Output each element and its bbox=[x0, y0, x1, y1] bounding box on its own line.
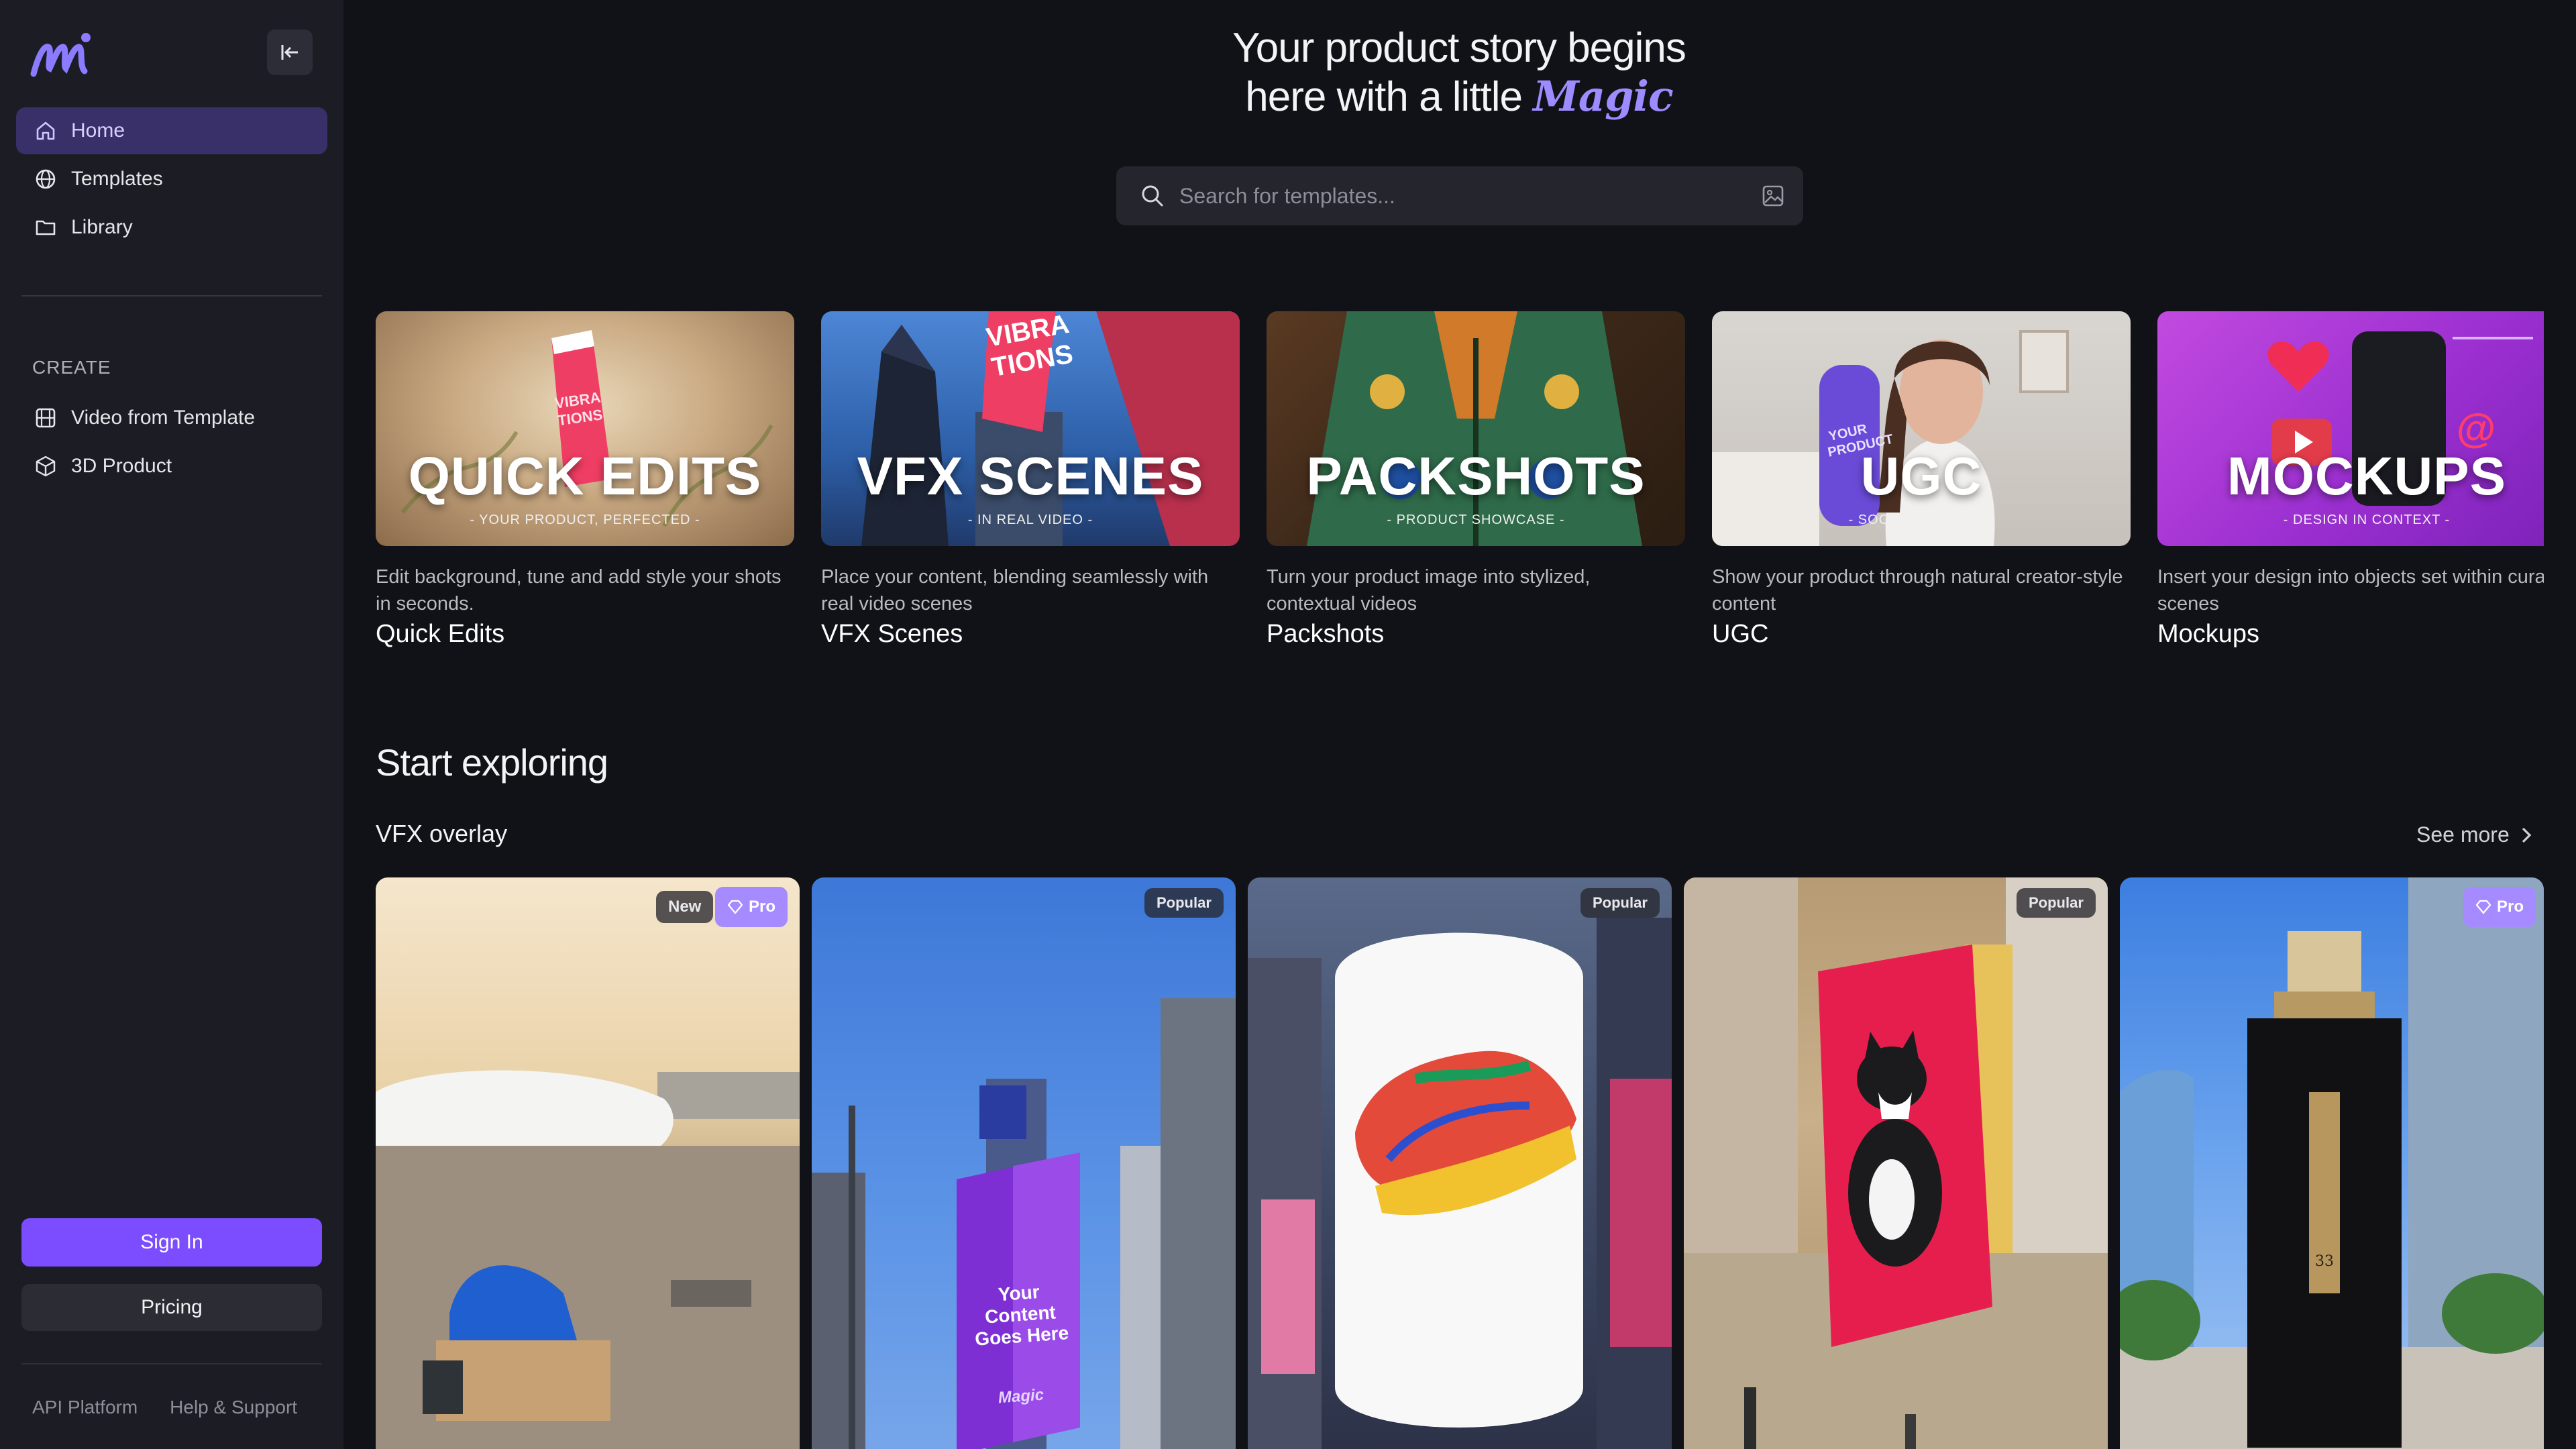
category-card-vfx-scenes[interactable]: VIBRA TIONS VFX SCENES - IN REAL VIDEO -… bbox=[821, 311, 1240, 649]
diamond-icon bbox=[727, 900, 743, 914]
category-tag-ugc: - SOCIAL CONTENT - bbox=[1848, 513, 1994, 527]
home-icon bbox=[34, 119, 58, 143]
nav-item-templates[interactable]: Templates bbox=[16, 156, 327, 203]
bottle-number: 33 bbox=[2315, 1253, 2334, 1270]
chevron-right-icon bbox=[2522, 827, 2531, 843]
nav-item-library[interactable]: Library bbox=[16, 204, 327, 251]
nav-label-home: Home bbox=[71, 119, 125, 142]
vfx-card-1[interactable]: New Pro bbox=[376, 877, 800, 1449]
badge-pro-label: Pro bbox=[749, 898, 776, 916]
category-title-vfx-scenes: VFX SCENES bbox=[857, 446, 1204, 506]
hero-line-2-text: here with a little bbox=[1245, 74, 1523, 120]
nav-label-video-from-template: Video from Template bbox=[71, 407, 256, 429]
badge-pro: Pro bbox=[715, 887, 788, 927]
category-card-quick-edits[interactable]: VIBRA TIONS QUICK EDITS - YOUR PRODUCT, … bbox=[376, 311, 794, 649]
category-name-mockups: Mockups bbox=[2157, 620, 2260, 648]
diamond-icon bbox=[2475, 900, 2491, 914]
nav-item-video-from-template[interactable]: Video from Template bbox=[16, 394, 327, 441]
folder-icon bbox=[34, 215, 58, 239]
category-image-mockups: @ MOCKUPS - DESIGN IN CONTEXT - bbox=[2157, 311, 2544, 546]
category-image-ugc: YOUR PRODUCT UGC - SOCIAL CONTENT - bbox=[1712, 311, 2131, 546]
category-name-ugc: UGC bbox=[1712, 620, 1769, 648]
hero-line-2: here with a little Magic bbox=[1100, 72, 1818, 121]
collapse-icon bbox=[281, 45, 298, 60]
category-image-vfx-scenes: VIBRA TIONS VFX SCENES - IN REAL VIDEO - bbox=[821, 311, 1240, 546]
help-support-link[interactable]: Help & Support bbox=[170, 1397, 297, 1418]
badge-pro: Pro bbox=[2463, 887, 2536, 927]
nav-label-library: Library bbox=[71, 216, 133, 238]
cube-icon bbox=[34, 454, 58, 478]
badge-popular: Popular bbox=[2017, 888, 2096, 918]
category-card-mockups[interactable]: @ MOCKUPS - DESIGN IN CONTEXT - Insert y… bbox=[2157, 311, 2544, 649]
create-section-label: CREATE bbox=[32, 357, 111, 378]
search-bar[interactable] bbox=[1116, 166, 1803, 225]
at-symbol: @ bbox=[2456, 406, 2496, 451]
see-more-label: See more bbox=[2416, 822, 2510, 847]
category-desc-vfx-scenes: Place your content, blending seamlessly … bbox=[821, 566, 1209, 614]
collapse-sidebar-button[interactable] bbox=[267, 30, 313, 75]
sign-in-button[interactable]: Sign In bbox=[21, 1218, 322, 1267]
vfx-card-2[interactable]: Your Content Goes Here Magic Popular bbox=[812, 877, 1236, 1449]
sidebar-divider bbox=[21, 295, 322, 297]
see-more-link[interactable]: See more bbox=[2416, 822, 2534, 847]
category-desc-mockups: Insert your design into objects set with… bbox=[2157, 566, 2544, 614]
main-nav: Home Templates Library bbox=[16, 107, 327, 252]
badge-new: New bbox=[656, 891, 714, 923]
pricing-button[interactable]: Pricing bbox=[21, 1284, 322, 1331]
vfx-card-5[interactable]: 33 Pro bbox=[2120, 877, 2544, 1449]
category-desc-ugc: Show your product through natural creato… bbox=[1712, 566, 2123, 614]
category-title-packshots: PACKSHOTS bbox=[1306, 446, 1646, 506]
image-search-icon[interactable] bbox=[1760, 183, 1786, 209]
hero-heading: Your product story begins here with a li… bbox=[1100, 24, 1818, 121]
category-desc-packshots: Turn your product image into stylized, c… bbox=[1267, 566, 1591, 614]
app-logo[interactable] bbox=[30, 27, 94, 80]
category-tag-quick-edits: - YOUR PRODUCT, PERFECTED - bbox=[470, 513, 700, 527]
category-tag-packshots: - PRODUCT SHOWCASE - bbox=[1387, 513, 1565, 527]
footer-links: API Platform Help & Support bbox=[32, 1397, 297, 1418]
badge-popular: Popular bbox=[1580, 888, 1660, 918]
category-title-quick-edits: QUICK EDITS bbox=[408, 446, 762, 506]
category-carousel: VIBRA TIONS QUICK EDITS - YOUR PRODUCT, … bbox=[376, 311, 2544, 660]
search-input[interactable] bbox=[1179, 183, 1760, 209]
hero-line-1: Your product story begins bbox=[1232, 25, 1686, 71]
category-card-packshots[interactable]: PACKSHOTS - PRODUCT SHOWCASE - Turn your… bbox=[1267, 311, 1685, 649]
billboard-text: VIBRA TIONS bbox=[983, 311, 1075, 383]
category-title-ugc: UGC bbox=[1860, 446, 1982, 506]
hero-magic-word: Magic bbox=[1533, 72, 1673, 121]
billboard-content-text: Your Content Goes Here bbox=[974, 1281, 1070, 1350]
badge-popular: Popular bbox=[1144, 888, 1224, 918]
category-name-vfx-scenes: VFX Scenes bbox=[821, 620, 963, 648]
category-name-quick-edits: Quick Edits bbox=[376, 620, 505, 648]
search-icon bbox=[1142, 185, 1163, 207]
category-name-packshots: Packshots bbox=[1267, 620, 1385, 648]
globe-icon bbox=[34, 167, 58, 191]
api-platform-link[interactable]: API Platform bbox=[32, 1397, 138, 1418]
vfx-overlay-heading: VFX overlay bbox=[376, 820, 508, 847]
start-exploring-heading: Start exploring bbox=[376, 741, 608, 784]
nav-label-templates: Templates bbox=[71, 168, 163, 190]
create-nav: Video from Template 3D Product bbox=[16, 394, 327, 491]
category-card-ugc[interactable]: YOUR PRODUCT UGC - SOCIAL CONTENT - Show… bbox=[1712, 311, 2131, 649]
footer-divider bbox=[21, 1363, 322, 1364]
category-tag-mockups: - DESIGN IN CONTEXT - bbox=[2283, 513, 2451, 527]
category-title-mockups: MOCKUPS bbox=[2227, 446, 2506, 506]
nav-item-3d-product[interactable]: 3D Product bbox=[16, 443, 327, 490]
category-tag-vfx-scenes: - IN REAL VIDEO - bbox=[967, 513, 1093, 527]
category-desc-quick-edits: Edit background, tune and add style your… bbox=[376, 566, 782, 614]
vfx-card-3[interactable]: Popular bbox=[1248, 877, 1672, 1449]
film-icon bbox=[34, 406, 58, 430]
sidebar: Home Templates Library CREATE Video from… bbox=[0, 0, 343, 1449]
category-image-packshots: PACKSHOTS - PRODUCT SHOWCASE - bbox=[1267, 311, 1685, 546]
nav-item-home[interactable]: Home bbox=[16, 107, 327, 154]
vfx-overlay-row: New Pro Your Content Goes Here Magic Pop… bbox=[376, 877, 2544, 1449]
vfx-card-4[interactable]: Popular bbox=[1684, 877, 2108, 1449]
category-image-quick-edits: VIBRA TIONS QUICK EDITS - YOUR PRODUCT, … bbox=[376, 311, 794, 546]
nav-label-3d-product: 3D Product bbox=[71, 455, 172, 477]
badge-pro-label: Pro bbox=[2497, 898, 2524, 916]
